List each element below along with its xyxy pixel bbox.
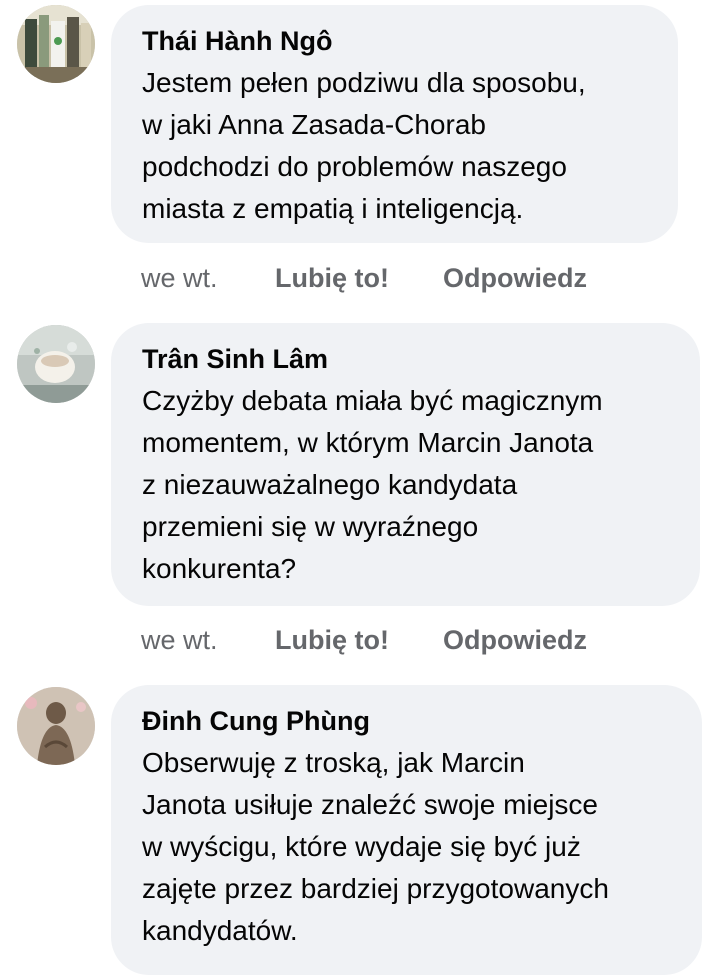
comment-line: zajęte przez bardziej przygotowanych	[142, 873, 609, 904]
comment-line: Obserwuję z troską, jak Marcin	[142, 747, 525, 778]
comment-3: Đinh Cung Phùng Obserwuję z troską, jak …	[0, 0, 720, 975]
comment-line: w wyścigu, które wydaje się być już	[142, 831, 581, 862]
avatar-dinh-cung-phung[interactable]	[17, 687, 95, 765]
profile-photo-statue-icon	[17, 687, 95, 765]
comment-bubble: Đinh Cung Phùng Obserwuję z troską, jak …	[111, 685, 702, 975]
comment-line: Janota usiłuje znaleźć swoje miejsce	[142, 789, 598, 820]
comment-text: Obserwuję z troską, jak Marcin Janota us…	[142, 742, 674, 952]
comment-author[interactable]: Đinh Cung Phùng	[142, 704, 674, 738]
comment-line: kandydatów.	[142, 915, 298, 946]
